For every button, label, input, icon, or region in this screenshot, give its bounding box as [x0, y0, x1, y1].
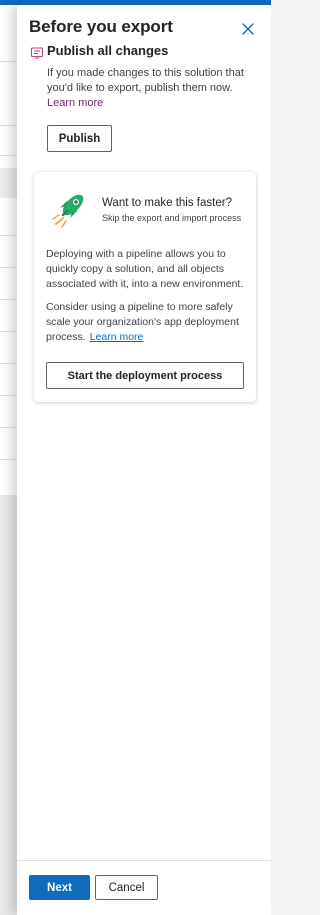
cancel-button[interactable]: Cancel	[95, 875, 158, 900]
background-row-divider	[0, 299, 17, 300]
start-deployment-button[interactable]: Start the deployment process	[46, 362, 244, 389]
background-row-divider	[0, 459, 17, 460]
background-row-divider	[0, 331, 17, 332]
rocket-icon	[46, 188, 90, 228]
pipeline-card-description: Deploying with a pipeline allows you to …	[46, 248, 244, 290]
publish-heading: Publish all changes	[47, 43, 169, 58]
background-selected-row	[0, 168, 17, 198]
next-button[interactable]: Next	[29, 875, 90, 900]
background-row-divider	[0, 61, 17, 62]
pipeline-card-subheading: Skip the export and import process	[102, 213, 242, 223]
pipeline-learn-more-link[interactable]: Learn more	[90, 331, 144, 343]
background-row-divider	[0, 363, 17, 364]
publish-button[interactable]: Publish	[47, 125, 112, 152]
background-row-divider	[0, 427, 17, 428]
background-row-divider	[0, 235, 17, 236]
publish-document-icon	[30, 46, 44, 60]
pipeline-card: Want to make this faster? Skip the expor…	[34, 172, 256, 402]
footer-divider	[17, 860, 271, 861]
publish-learn-more-link[interactable]: Learn more	[47, 97, 103, 109]
publish-description-text: If you made changes to this solution tha…	[47, 67, 244, 94]
background-page	[0, 5, 17, 915]
background-row-divider	[0, 395, 17, 396]
pipeline-card-recommendation: Consider using a pipeline to more safely…	[46, 300, 250, 345]
panel-title: Before you export	[29, 17, 173, 36]
export-side-panel: Before you export Publish all changes If…	[17, 5, 271, 915]
background-row-divider	[0, 125, 17, 126]
background-row-divider	[0, 267, 17, 268]
background-empty-area	[0, 495, 17, 915]
close-icon[interactable]	[239, 20, 257, 38]
pipeline-card-heading: Want to make this faster?	[102, 197, 232, 209]
publish-description: If you made changes to this solution tha…	[47, 66, 261, 111]
background-row-divider	[0, 155, 17, 156]
